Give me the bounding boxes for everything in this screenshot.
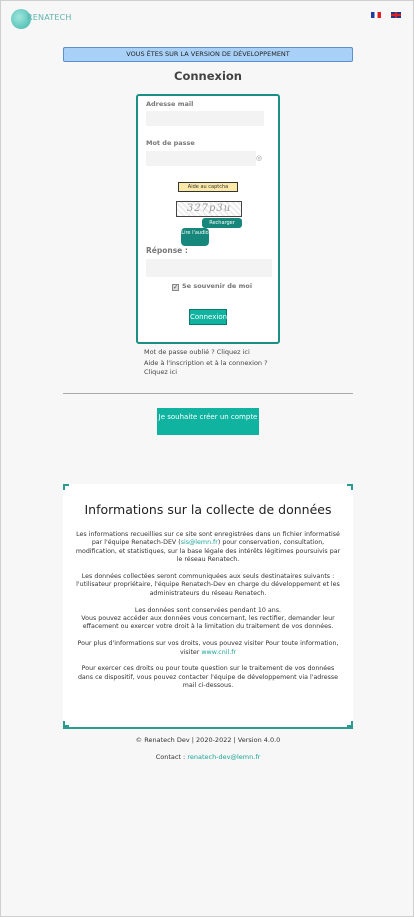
answer-label: Réponse :	[146, 246, 188, 255]
password-label: Mot de passe	[146, 139, 195, 147]
show-password-icon[interactable]: ◎	[256, 154, 262, 162]
captcha-help-button[interactable]: Aide au captcha	[178, 182, 238, 192]
flag-fr-icon[interactable]	[371, 12, 381, 18]
remember-label: Se souvenir de moi	[182, 282, 253, 290]
listen-audio-button[interactable]: Lire l'audio	[181, 228, 209, 246]
help-signup-link[interactable]: Aide à l'inscription et à la connexion ?	[144, 359, 268, 368]
info-paragraph-4: Vous pouvez accéder aux données vous con…	[81, 615, 335, 631]
password-field[interactable]	[146, 151, 256, 166]
remember-me[interactable]: ✓ Se souvenir de moi	[172, 282, 252, 291]
login-submit-button[interactable]: Connexion	[189, 309, 227, 325]
logo-text: RENATECH	[27, 13, 72, 22]
corner-top-right	[347, 484, 353, 490]
info-body: Les informations recueillies sur ce site…	[75, 531, 341, 699]
corner-bottom-right	[347, 721, 353, 727]
footer-copyright: © Renatech Dev | 2020-2022 | Version 4.0…	[135, 736, 281, 744]
info-paragraph-6: Pour exercer ces droits ou pour toute qu…	[77, 665, 339, 690]
login-card: Adresse mail Mot de passe ◎ Aide au capt…	[136, 94, 280, 344]
info-title: Informations sur la collecte de données	[84, 502, 332, 517]
cnil-link[interactable]: www.cnil.fr	[201, 649, 236, 656]
info-paragraph-1: Les informations recueillies sur ce site…	[75, 531, 341, 565]
captcha-image: 327p3u	[176, 201, 242, 217]
help-signup-click-link[interactable]: Cliquez ici	[144, 368, 177, 377]
footer-contact: Contact : renatech-dev@lemn.fr	[1, 753, 414, 761]
info-paragraph-3: Les données sont conservées pendant 10 a…	[134, 606, 282, 614]
divider	[63, 393, 353, 394]
create-account-button[interactable]: Je souhaite créer un compte	[157, 408, 259, 435]
contact-label: Contact :	[155, 753, 188, 761]
reload-captcha-button[interactable]: Recharger	[202, 218, 242, 228]
corner-top-left	[63, 484, 69, 490]
captcha-answer-field[interactable]	[146, 259, 272, 277]
flag-en-icon[interactable]	[391, 12, 401, 18]
data-collection-info-card: Informations sur la collecte de données …	[63, 484, 353, 729]
corner-bottom-left	[63, 721, 69, 727]
email-label: Adresse mail	[146, 100, 194, 108]
forgot-password-link[interactable]: Mot de passe oublié ? Cliquez ici	[144, 348, 250, 357]
remember-checkbox[interactable]: ✓	[172, 284, 179, 291]
page-frame: RENATECH VOUS ÊTES SUR LA VERSION DE DÉV…	[0, 0, 414, 917]
renatech-logo[interactable]: RENATECH	[11, 9, 71, 29]
dev-version-banner: VOUS ÊTES SUR LA VERSION DE DÉVELOPPEMEN…	[63, 47, 353, 62]
info-paragraph-5: Pour plus d'informations sur vos droits,…	[75, 640, 341, 657]
contact-email-link[interactable]: renatech-dev@lemn.fr	[187, 753, 260, 761]
info-paragraph-2: Les données collectées seront communiqué…	[76, 573, 340, 597]
page-title: Connexion	[174, 69, 242, 83]
email-field[interactable]	[146, 111, 264, 126]
sis-email-link[interactable]: sis@lemn.fr	[181, 539, 218, 546]
